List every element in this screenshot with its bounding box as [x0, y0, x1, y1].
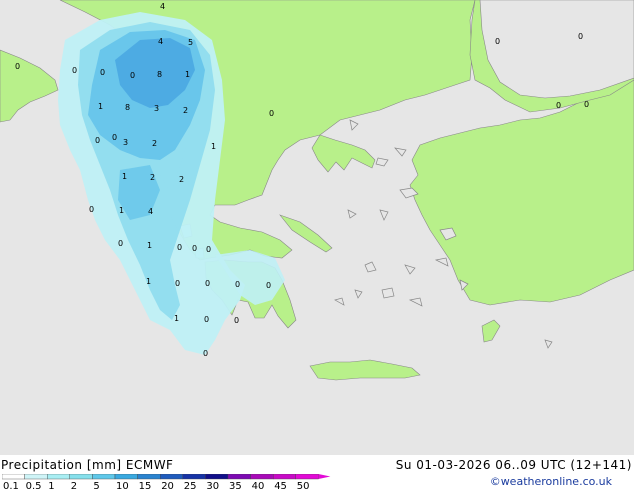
- color-scale-tick: 45: [274, 481, 287, 490]
- value-label: 8: [157, 70, 162, 79]
- value-label: 1: [98, 102, 103, 111]
- color-scale-swatch: [273, 474, 297, 480]
- value-label: 2: [152, 139, 157, 148]
- sea-black-sea: [479, 0, 634, 99]
- value-label: 0: [177, 243, 182, 252]
- color-scale-arrow: [318, 474, 331, 479]
- value-label: 0: [95, 136, 100, 145]
- value-label: 0: [584, 100, 589, 109]
- color-scale-tick: 50: [297, 481, 310, 490]
- color-scale-tick: 35: [229, 481, 242, 490]
- color-scale-tick: 40: [252, 481, 265, 490]
- value-label: 0: [89, 205, 94, 214]
- value-label: 0: [578, 32, 583, 41]
- precipitation-map: 4 5 0 4 8 1 0 0 1 8 3 2 0 0 3 2 1 1 2 2 …: [0, 0, 634, 455]
- value-label: 3: [154, 104, 159, 113]
- value-label: 0: [205, 279, 210, 288]
- value-label: 0: [203, 349, 208, 358]
- value-label: 4: [160, 2, 165, 11]
- map-title: Precipitation [mm] ECMWF: [1, 458, 174, 472]
- color-scale: 0.1 0.5 1 2 5 10 15 20 25 30 35 40 45 50: [2, 474, 331, 490]
- color-scale-tick: 30: [206, 481, 219, 490]
- credit-link[interactable]: ©weatheronline.co.uk: [490, 475, 612, 489]
- value-label: 0: [495, 37, 500, 46]
- color-scale-tick: 1: [48, 481, 54, 490]
- color-scale-swatch: [159, 474, 183, 480]
- value-label: 0: [15, 62, 20, 71]
- color-scale-swatch: [2, 474, 25, 480]
- map-viewer: 4 5 0 4 8 1 0 0 1 8 3 2 0 0 3 2 1 1 2 2 …: [0, 0, 634, 490]
- value-label: 0: [118, 239, 123, 248]
- color-scale-swatch: [69, 474, 93, 480]
- color-scale-tick: 5: [93, 481, 99, 490]
- value-label: 0: [204, 315, 209, 324]
- value-label: 1: [211, 142, 216, 151]
- value-label: 0: [130, 71, 135, 80]
- color-scale-tick: 2: [71, 481, 77, 490]
- value-label: 3: [123, 138, 128, 147]
- color-scale-swatch: [295, 474, 319, 480]
- color-scale-tick: 25: [184, 481, 197, 490]
- value-label: 1: [147, 241, 152, 250]
- color-scale-swatch: [227, 474, 251, 480]
- valid-time: Su 01-03-2026 06..09 UTC (12+141): [395, 458, 632, 472]
- legend-bar: Precipitation [mm] ECMWF Su 01-03-2026 0…: [0, 455, 634, 490]
- value-label: 1: [122, 172, 127, 181]
- value-label: 4: [148, 207, 153, 216]
- value-label: 4: [158, 37, 163, 46]
- color-scale-labels: 0.1 0.5 1 2 5 10 15 20 25 30 35 40 45 50: [3, 481, 310, 490]
- value-label: 0: [266, 281, 271, 290]
- color-scale-swatch: [205, 474, 229, 480]
- color-scale-tick: 15: [139, 481, 152, 490]
- color-scale-swatch: [114, 474, 138, 480]
- value-label: 1: [174, 314, 179, 323]
- value-label: 5: [188, 38, 193, 47]
- color-scale-tick: 20: [161, 481, 174, 490]
- color-scale-tick: 10: [116, 481, 129, 490]
- color-scale-swatch: [137, 474, 161, 480]
- value-label: 0: [234, 316, 239, 325]
- value-label: 1: [146, 277, 151, 286]
- value-label: 0: [192, 244, 197, 253]
- color-scale-boxes: [2, 474, 331, 480]
- color-scale-swatch: [47, 474, 71, 480]
- value-label: 0: [112, 133, 117, 142]
- color-scale-swatch: [250, 474, 274, 480]
- value-label: 0: [175, 279, 180, 288]
- value-label: 0: [100, 68, 105, 77]
- value-label: 8: [125, 103, 130, 112]
- value-label: 1: [185, 70, 190, 79]
- value-label: 1: [119, 206, 124, 215]
- color-scale-tick: 0.1: [3, 481, 19, 490]
- value-label: 2: [179, 175, 184, 184]
- color-scale-swatch: [92, 474, 116, 480]
- value-label: 0: [269, 109, 274, 118]
- color-scale-swatch: [24, 474, 48, 480]
- value-label: 0: [235, 280, 240, 289]
- value-label: 2: [183, 106, 188, 115]
- value-label: 0: [72, 66, 77, 75]
- color-scale-tick: 0.5: [26, 481, 42, 490]
- value-label: 0: [556, 101, 561, 110]
- value-label: 2: [150, 173, 155, 182]
- color-scale-swatch: [182, 474, 206, 480]
- value-label: 0: [206, 245, 211, 254]
